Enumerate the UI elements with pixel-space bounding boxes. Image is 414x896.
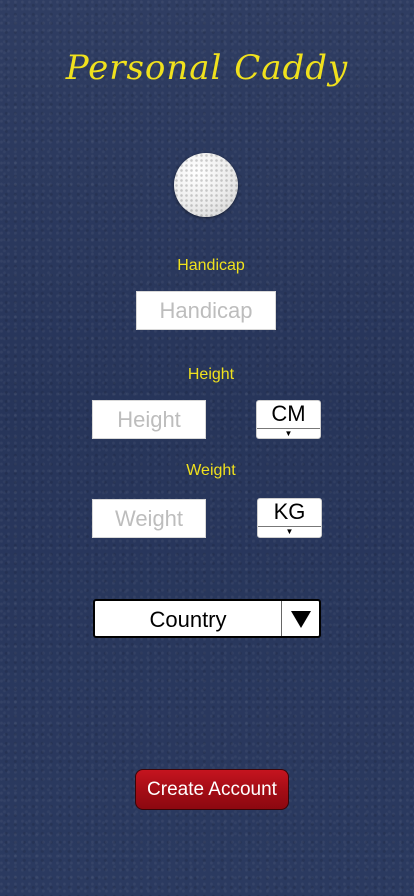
create-account-button[interactable]: Create Account: [135, 769, 289, 810]
handicap-label: Handicap: [177, 257, 245, 274]
caret-down-icon: ▼: [285, 527, 294, 536]
country-dropdown-divider: [281, 601, 282, 636]
weight-unit-value: KG: [273, 499, 306, 524]
country-dropdown-label: Country: [149, 607, 227, 632]
app-title: Personal Caddy: [65, 48, 349, 88]
weight-unit-select[interactable]: KG ▼: [257, 498, 322, 538]
height-input[interactable]: [92, 400, 206, 439]
triangle-down-icon[interactable]: [291, 611, 311, 628]
weight-input[interactable]: [92, 499, 206, 538]
height-unit-select[interactable]: CM ▼: [256, 400, 321, 439]
golf-ball-icon: [174, 153, 238, 217]
country-dropdown[interactable]: Country: [93, 599, 321, 638]
weight-label: Weight: [186, 462, 236, 479]
handicap-input[interactable]: [136, 291, 276, 330]
height-label: Height: [187, 366, 235, 383]
caret-down-icon: ▼: [284, 429, 293, 438]
height-unit-value: CM: [271, 401, 306, 426]
